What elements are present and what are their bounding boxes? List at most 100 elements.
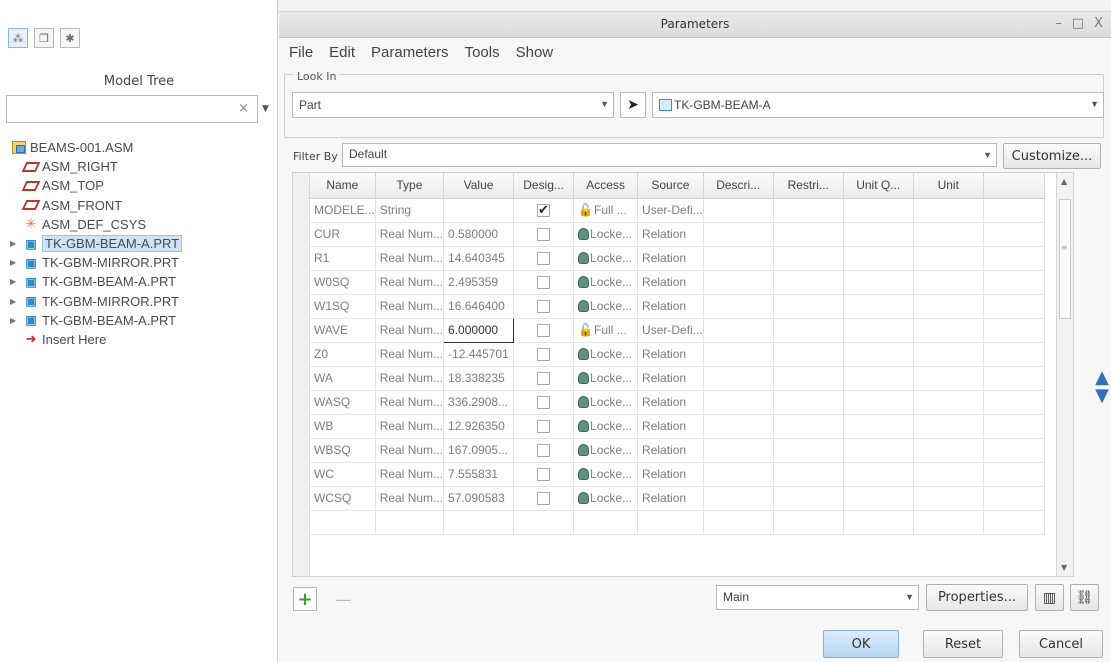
unit-cell[interactable]: [913, 222, 984, 247]
look-in-object-select[interactable]: TK-GBM-BEAM-A ▼: [652, 92, 1104, 118]
param-name-cell[interactable]: W0SQ: [310, 270, 376, 295]
param-value-cell[interactable]: 18.338235: [443, 366, 515, 391]
unit-cell[interactable]: [913, 198, 984, 223]
column-header[interactable]: Name: [310, 173, 376, 199]
unit-quantity-cell[interactable]: [843, 390, 914, 415]
param-name-cell[interactable]: WC: [310, 462, 376, 487]
table-row[interactable]: [310, 510, 1045, 535]
param-value-cell[interactable]: 16.646400: [443, 294, 515, 319]
param-value-cell[interactable]: 167.0905...: [443, 438, 515, 463]
param-name-cell[interactable]: MODELE...: [310, 198, 376, 223]
param-name-cell[interactable]: Z0: [310, 342, 376, 367]
designate-checkbox[interactable]: [537, 444, 551, 458]
designate-cell[interactable]: [513, 390, 575, 415]
designate-cell[interactable]: [513, 246, 575, 271]
unit-quantity-cell[interactable]: [843, 270, 914, 295]
unit-quantity-cell[interactable]: [843, 366, 914, 391]
table-row[interactable]: WB Real Num... 12.926350 Locke... Relation: [310, 414, 1045, 439]
param-type-cell[interactable]: String: [375, 198, 445, 223]
scroll-thumb[interactable]: [1059, 199, 1071, 319]
unit-cell[interactable]: [913, 270, 984, 295]
description-cell[interactable]: [703, 486, 774, 511]
param-value-cell[interactable]: 2.495359: [443, 270, 515, 295]
filler-cell[interactable]: [983, 414, 1045, 439]
designate-checkbox[interactable]: [537, 420, 551, 434]
tree-item[interactable]: ▶ ▣ TK-GBM-BEAM-A.PRT: [10, 272, 272, 291]
designate-cell[interactable]: [513, 318, 575, 343]
designate-checkbox[interactable]: [537, 300, 551, 314]
param-type-cell[interactable]: Real Num...: [375, 390, 445, 415]
restriction-cell[interactable]: [773, 246, 844, 271]
param-source-cell[interactable]: Relation: [637, 462, 704, 487]
access-cell[interactable]: Locke...: [573, 438, 639, 463]
move-down-icon[interactable]: ▼: [1094, 387, 1110, 405]
table-row[interactable]: W1SQ Real Num... 16.646400 Locke... Relatio…: [310, 294, 1045, 319]
param-value-cell[interactable]: 6.000000: [443, 317, 515, 343]
param-value-cell[interactable]: 0.580000: [443, 222, 515, 247]
unit-cell[interactable]: [913, 414, 984, 439]
unit-cell[interactable]: [913, 366, 984, 391]
column-header[interactable]: Desig...: [513, 173, 575, 199]
unit-quantity-cell[interactable]: [843, 198, 914, 223]
filler-cell[interactable]: [983, 318, 1045, 343]
unit-quantity-cell[interactable]: [843, 414, 914, 439]
expand-arrow-icon[interactable]: ▶: [10, 297, 22, 306]
param-name-cell[interactable]: W1SQ: [310, 294, 376, 319]
table-row[interactable]: CUR Real Num... 0.580000 Locke... Relation: [310, 222, 1045, 247]
scope-select[interactable]: Main ▼: [716, 585, 919, 610]
access-cell[interactable]: Locke...: [573, 390, 639, 415]
param-type-cell[interactable]: Real Num...: [375, 486, 445, 511]
access-cell[interactable]: Locke...: [573, 342, 639, 367]
expand-arrow-icon[interactable]: ▶: [10, 239, 22, 248]
param-value-cell[interactable]: [443, 198, 515, 223]
customize-button[interactable]: Customize...: [1003, 143, 1101, 169]
param-type-cell[interactable]: Real Num...: [375, 366, 445, 391]
filler-cell[interactable]: [983, 486, 1045, 511]
description-cell[interactable]: [703, 222, 774, 247]
tree-item[interactable]: ASM_TOP: [10, 176, 272, 195]
filler-cell[interactable]: [983, 270, 1045, 295]
filler-cell[interactable]: [983, 246, 1045, 271]
tree-item[interactable]: ASM_FRONT: [10, 196, 272, 215]
param-value-cell[interactable]: -12.445701: [443, 342, 515, 367]
param-source-cell[interactable]: Relation: [637, 438, 704, 463]
table-row[interactable]: WASQ Real Num... 336.2908... Locke... Relat…: [310, 390, 1045, 415]
param-name-cell[interactable]: R1: [310, 246, 376, 271]
designate-cell[interactable]: [513, 294, 575, 319]
param-source-cell[interactable]: Relation: [637, 342, 704, 367]
table-row[interactable]: Z0 Real Num... -12.445701 Locke... Relation: [310, 342, 1045, 367]
unit-cell[interactable]: [913, 486, 984, 511]
column-header[interactable]: Restri...: [773, 173, 844, 199]
filler-cell[interactable]: [983, 198, 1045, 223]
access-cell[interactable]: 🔓Full ...: [573, 318, 639, 343]
param-name-cell[interactable]: CUR: [310, 222, 376, 247]
designate-cell[interactable]: [513, 414, 575, 439]
param-source-cell[interactable]: Relation: [637, 222, 704, 247]
param-name-cell[interactable]: WA: [310, 366, 376, 391]
expand-arrow-icon[interactable]: ▶: [10, 316, 22, 325]
filler-cell[interactable]: [983, 462, 1045, 487]
scroll-down-icon[interactable]: ▼: [1061, 563, 1067, 572]
param-name-cell[interactable]: WAVE: [310, 318, 376, 343]
param-source-cell[interactable]: Relation: [637, 270, 704, 295]
table-row[interactable]: W0SQ Real Num... 2.495359 Locke... Relation: [310, 270, 1045, 295]
description-cell[interactable]: [703, 414, 774, 439]
filler-cell[interactable]: [983, 438, 1045, 463]
table-row[interactable]: WAVE Real Num... 6.000000 🔓Full ... User-Def…: [310, 317, 1045, 343]
description-cell[interactable]: [703, 318, 774, 343]
unit-quantity-cell[interactable]: [843, 342, 914, 367]
table-row[interactable]: R1 Real Num... 14.640345 Locke... Relation: [310, 246, 1045, 271]
column-chooser-button[interactable]: ▥: [1035, 584, 1064, 611]
designate-checkbox[interactable]: [537, 396, 551, 410]
param-type-cell[interactable]: Real Num...: [375, 438, 445, 463]
column-header[interactable]: Source: [637, 173, 704, 199]
designate-cell[interactable]: [513, 462, 575, 487]
restriction-cell[interactable]: [773, 366, 844, 391]
tree-item[interactable]: ▶ ▣ TK-GBM-BEAM-A.PRT: [10, 234, 272, 253]
designate-cell[interactable]: [513, 342, 575, 367]
menu-file[interactable]: File: [289, 44, 313, 68]
designate-cell[interactable]: [513, 486, 575, 511]
param-type-cell[interactable]: Real Num...: [375, 414, 445, 439]
tree-item[interactable]: ▶ ▣ TK-GBM-MIRROR.PRT: [10, 292, 272, 311]
restriction-cell[interactable]: [773, 294, 844, 319]
